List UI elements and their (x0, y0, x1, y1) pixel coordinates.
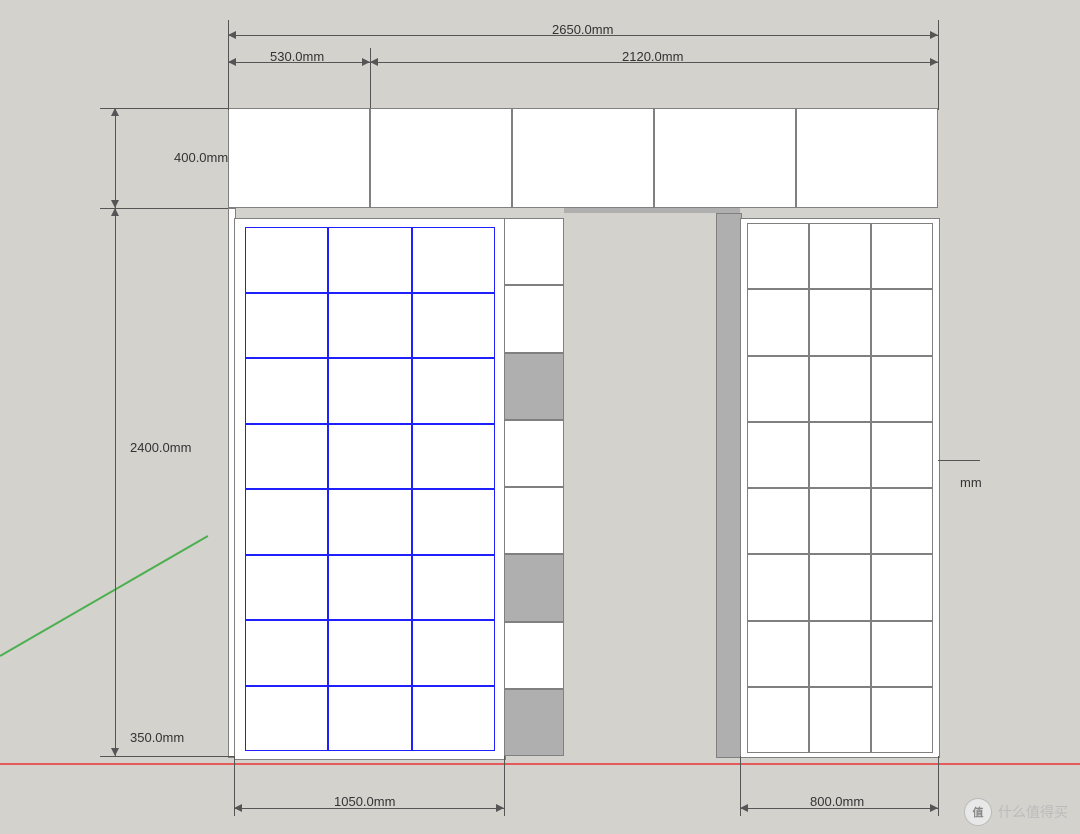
dim-350: 350.0mm (128, 730, 186, 745)
dim-530: 530.0mm (268, 49, 326, 64)
top-cabinet-row (228, 108, 938, 208)
left-door-grid (245, 227, 495, 751)
dim-line (115, 696, 116, 756)
watermark-badge-icon: 值 (964, 798, 992, 826)
top-cell (512, 108, 654, 208)
dim-2400: 2400.0mm (128, 440, 193, 455)
left-shelf-column (504, 218, 564, 756)
right-shelf-grid (747, 223, 933, 753)
ext (938, 20, 939, 110)
ext (100, 208, 228, 209)
top-shadow (564, 208, 740, 213)
dim-width-total: 2650.0mm (550, 22, 615, 37)
axis-line (0, 535, 208, 657)
dim-line (115, 208, 116, 756)
ext (504, 756, 505, 816)
right-shelf-frame (740, 218, 940, 758)
left-door-frame (234, 218, 506, 760)
ext (100, 756, 234, 757)
top-cell (228, 108, 370, 208)
dim-1050: 1050.0mm (332, 794, 397, 809)
dim-right-mm: mm (958, 475, 984, 490)
top-cell (370, 108, 512, 208)
horizon-line (0, 763, 1080, 765)
watermark-text: 什么值得买 (998, 802, 1068, 822)
top-cell (796, 108, 938, 208)
ext (938, 756, 939, 816)
dim-2120: 2120.0mm (620, 49, 685, 64)
dim-400: 400.0mm (172, 150, 230, 165)
ext (100, 108, 228, 109)
top-cell (654, 108, 796, 208)
dim-line (115, 108, 116, 208)
ext (938, 460, 980, 461)
center-pier (716, 213, 742, 758)
ext (370, 48, 371, 108)
drawing-canvas: 2650.0mm 530.0mm 2120.0mm 400.0mm 2400.0… (0, 0, 1080, 834)
watermark: 值 什么值得买 (964, 798, 1068, 826)
dim-800: 800.0mm (808, 794, 866, 809)
